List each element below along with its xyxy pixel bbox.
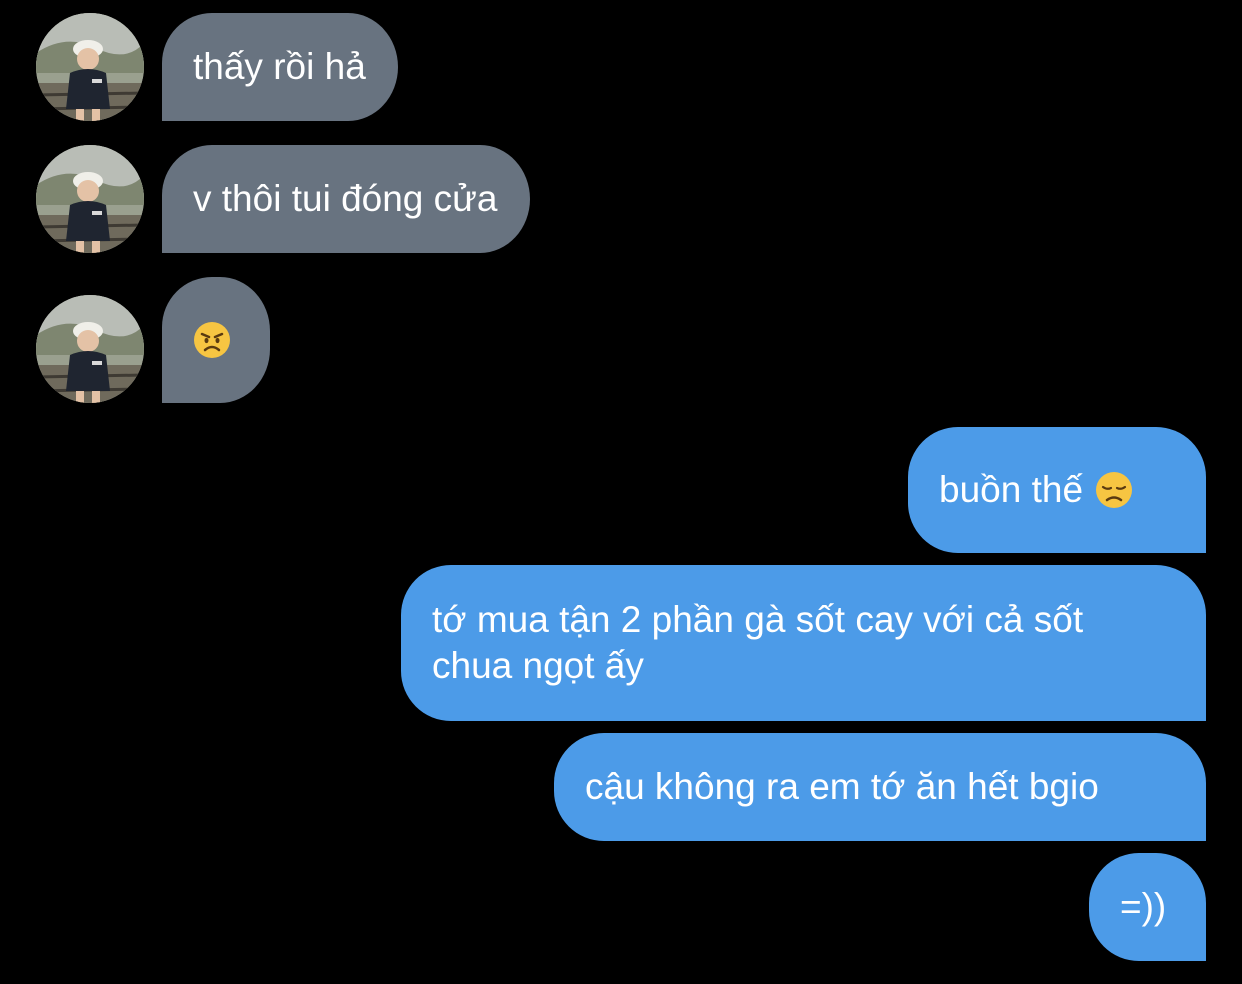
incoming-message[interactable]: v thôi tui đóng cửa xyxy=(162,145,530,253)
child-photo-icon xyxy=(36,145,144,253)
outgoing-message[interactable]: cậu không ra em tớ ăn hết bgio xyxy=(554,733,1206,841)
message-text: cậu không ra em tớ ăn hết bgio xyxy=(585,766,1099,807)
disappointed-face-icon xyxy=(1095,471,1133,509)
angry-face-icon xyxy=(193,321,231,359)
chat-thread: thấy rồi hả v thôi tui đóng cửa buồn thế… xyxy=(0,0,1242,984)
contact-avatar[interactable] xyxy=(36,295,144,403)
message-text: thấy rồi hả xyxy=(193,46,366,87)
message-text: buồn thế xyxy=(939,469,1084,510)
child-photo-icon xyxy=(36,295,144,403)
incoming-message[interactable] xyxy=(162,277,270,403)
message-text: =)) xyxy=(1120,886,1167,927)
outgoing-message[interactable]: buồn thế xyxy=(908,427,1206,553)
outgoing-message[interactable]: tớ mua tận 2 phần gà sốt cay với cả sốt … xyxy=(401,565,1206,721)
message-text: v thôi tui đóng cửa xyxy=(193,178,498,219)
incoming-message[interactable]: thấy rồi hả xyxy=(162,13,398,121)
contact-avatar[interactable] xyxy=(36,13,144,121)
contact-avatar[interactable] xyxy=(36,145,144,253)
message-text: tớ mua tận 2 phần gà sốt cay với cả sốt … xyxy=(432,599,1084,686)
child-photo-icon xyxy=(36,13,144,121)
outgoing-message[interactable]: =)) xyxy=(1089,853,1206,961)
